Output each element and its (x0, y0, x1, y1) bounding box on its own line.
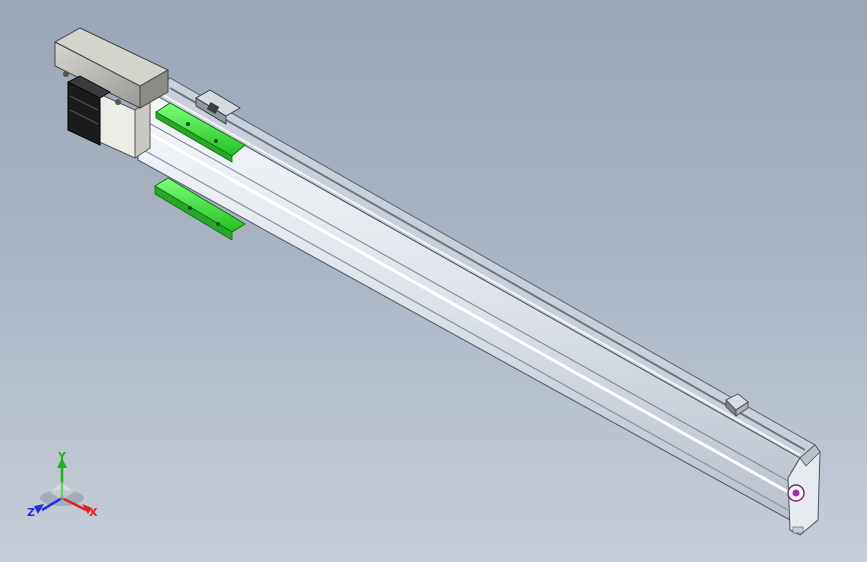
axis-triad: Y X Z (27, 450, 98, 519)
cad-viewport[interactable]: Y X Z (0, 0, 867, 562)
z-axis-label: Z (27, 506, 35, 519)
cad-scene[interactable]: Y X Z (0, 0, 867, 562)
y-axis-label: Y (57, 450, 67, 463)
logo-center-icon (792, 489, 800, 497)
x-axis-label: X (89, 506, 98, 519)
